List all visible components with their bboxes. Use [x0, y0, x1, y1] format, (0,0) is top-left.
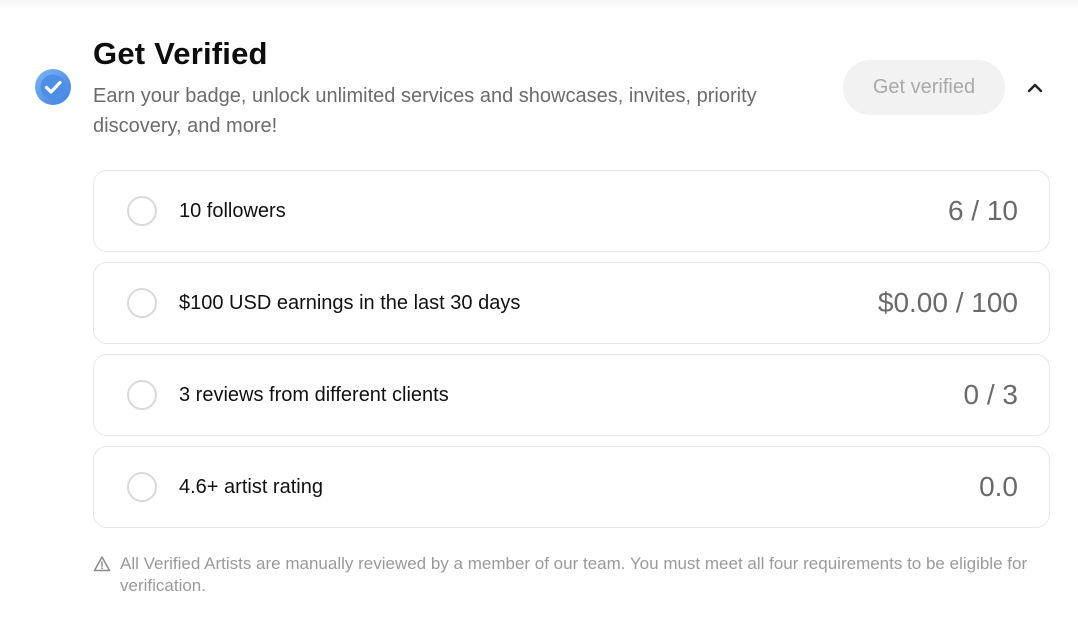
requirement-reviews: 3 reviews from different clients 0 / 3 — [93, 354, 1050, 436]
page-title: Get Verified — [93, 36, 268, 71]
status-circle-icon — [127, 380, 157, 410]
status-circle-icon — [127, 472, 157, 502]
requirement-progress: 0.0 — [979, 471, 1018, 502]
requirements-list: 10 followers 6 / 10 $100 USD earnings in… — [93, 170, 1050, 538]
status-circle-icon — [127, 288, 157, 318]
requirement-progress: $0.00 / 100 — [877, 287, 1018, 318]
verified-check-icon — [35, 69, 71, 105]
status-circle-icon — [127, 196, 157, 226]
page-subtitle: Earn your badge, unlock unlimited servic… — [93, 85, 757, 137]
requirement-earnings: $100 USD earnings in the last 30 days $0… — [93, 262, 1050, 344]
requirement-progress: 6 / 10 — [947, 195, 1018, 226]
chevron-up-icon[interactable] — [1022, 76, 1048, 100]
top-divider — [0, 0, 1078, 10]
requirement-label: 10 followers — [179, 199, 286, 222]
requirement-label: 3 reviews from different clients — [179, 383, 449, 406]
requirement-progress: 0 / 3 — [963, 379, 1018, 410]
verification-note: All Verified Artists are manually review… — [93, 553, 1053, 597]
get-verified-button[interactable]: Get verified — [843, 60, 1005, 115]
verification-panel: Get Verified Earn your badge, unlock unl… — [0, 0, 1078, 625]
note-text: All Verified Artists are manually review… — [120, 554, 1028, 595]
requirement-rating: 4.6+ artist rating 0.0 — [93, 446, 1050, 528]
requirement-label: $100 USD earnings in the last 30 days — [179, 291, 521, 314]
requirement-label: 4.6+ artist rating — [179, 475, 323, 498]
warning-triangle-icon — [93, 556, 111, 572]
requirement-followers: 10 followers 6 / 10 — [93, 170, 1050, 252]
